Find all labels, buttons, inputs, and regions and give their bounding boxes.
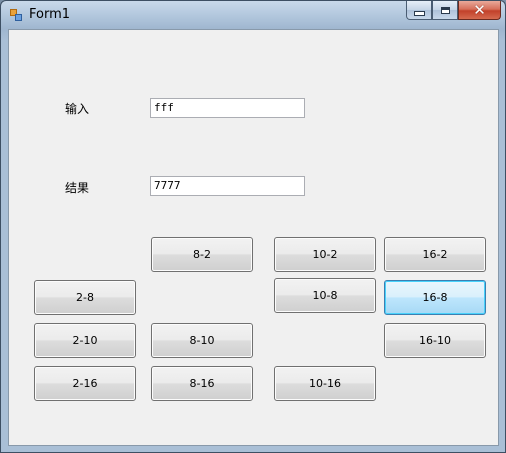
close-button[interactable]: ✕ bbox=[458, 1, 501, 20]
maximize-icon bbox=[440, 6, 450, 14]
input-field[interactable]: fff bbox=[150, 98, 305, 118]
convert-10-16-button[interactable]: 10-16 bbox=[274, 366, 376, 401]
close-icon: ✕ bbox=[473, 0, 486, 19]
result-field[interactable]: 7777 bbox=[150, 176, 305, 196]
app-window: Form1 ✕ 输入 fff 结果 7777 8-2 10-2 16-2 2-8… bbox=[0, 0, 506, 453]
maximize-button[interactable] bbox=[432, 1, 458, 20]
convert-16-10-button[interactable]: 16-10 bbox=[384, 323, 486, 358]
title-bar[interactable]: Form1 ✕ bbox=[1, 1, 505, 29]
input-label: 输入 bbox=[65, 102, 90, 116]
form-client-area: 输入 fff 结果 7777 8-2 10-2 16-2 2-8 10-8 16… bbox=[8, 29, 499, 446]
caption-buttons: ✕ bbox=[406, 1, 501, 21]
convert-16-8-button[interactable]: 16-8 bbox=[384, 280, 486, 315]
convert-16-2-button[interactable]: 16-2 bbox=[384, 237, 486, 272]
minimize-button[interactable] bbox=[406, 1, 432, 20]
form-app-icon[interactable] bbox=[10, 9, 22, 21]
convert-2-10-button[interactable]: 2-10 bbox=[34, 323, 136, 358]
convert-2-8-button[interactable]: 2-8 bbox=[34, 280, 136, 315]
convert-8-16-button[interactable]: 8-16 bbox=[151, 366, 253, 401]
convert-2-16-button[interactable]: 2-16 bbox=[34, 366, 136, 401]
convert-8-2-button[interactable]: 8-2 bbox=[151, 237, 253, 272]
window-title: Form1 bbox=[29, 7, 71, 22]
convert-8-10-button[interactable]: 8-10 bbox=[151, 323, 253, 358]
result-label: 结果 bbox=[65, 181, 90, 195]
convert-10-8-button[interactable]: 10-8 bbox=[274, 278, 376, 313]
minimize-icon bbox=[413, 10, 425, 16]
convert-10-2-button[interactable]: 10-2 bbox=[274, 237, 376, 272]
